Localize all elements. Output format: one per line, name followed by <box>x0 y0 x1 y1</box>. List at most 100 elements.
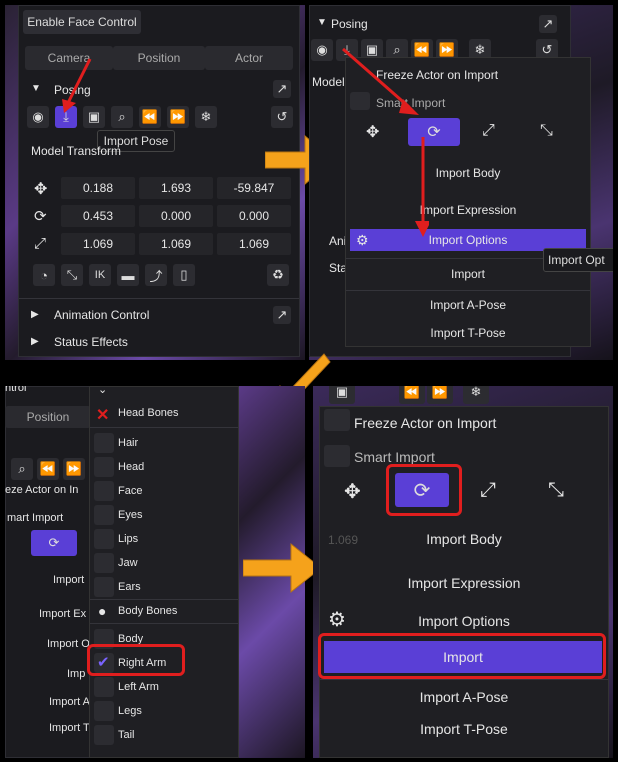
right-arm-highlight <box>87 644 185 676</box>
minus-icon[interactable]: ▬ <box>117 264 139 286</box>
freeze-actor-option[interactable]: Freeze Actor on Import <box>354 415 496 431</box>
divider <box>90 623 238 624</box>
smart-import-option[interactable]: Smart Import <box>354 449 435 465</box>
red-arrow-annotation <box>342 47 429 237</box>
transform-value[interactable]: 1.069 <box>139 233 213 255</box>
compress-icon[interactable]: ⤡ <box>61 264 83 286</box>
import-options-option[interactable]: Import Options <box>320 613 608 629</box>
head-bone-label[interactable]: Eyes <box>118 509 142 521</box>
transform-value[interactable]: 0.453 <box>61 205 135 227</box>
head-bone-checkbox[interactable] <box>94 505 114 525</box>
ik-button[interactable]: IK <box>89 264 111 286</box>
body-bone-checkbox[interactable] <box>94 701 114 721</box>
import-t-pose-option[interactable]: Import T-Pose <box>346 326 590 340</box>
model-transform-label: Model Transform <box>31 144 122 158</box>
import-options-tooltip: Import Opt <box>543 248 613 272</box>
body-bones-dot-icon[interactable]: ● <box>98 603 106 619</box>
search-icon[interactable]: ⌕ <box>111 106 133 128</box>
quadrant-top-left: Enable Face Control Camera Position Acto… <box>5 5 305 360</box>
clipboard-icon[interactable]: ▯ <box>173 264 195 286</box>
eye-icon[interactable]: ◉ <box>27 106 49 128</box>
transform-value[interactable]: 0.000 <box>217 205 291 227</box>
import-t-pose-option[interactable]: Import T-Pose <box>320 721 608 737</box>
rewind-icon[interactable]: ⏪ <box>399 386 425 404</box>
rewind-icon[interactable]: ⏪ <box>37 458 59 480</box>
import-a-pose-fragment: Import A <box>49 696 90 708</box>
rewind-icon[interactable]: ⏪ <box>139 106 161 128</box>
tab-position[interactable]: Position <box>113 46 205 70</box>
head-bone-label[interactable]: Head <box>118 461 144 473</box>
divider <box>19 298 299 299</box>
posing-collapse-icon[interactable]: ▼ <box>31 83 41 94</box>
orange-arrow-right-bottom <box>243 542 322 594</box>
smart-import-checkbox[interactable] <box>324 445 350 467</box>
freeze-actor-checkbox[interactable] <box>324 409 350 431</box>
transform-value[interactable]: 1.069 <box>217 233 291 255</box>
import-a-pose-option[interactable]: Import A-Pose <box>320 689 608 705</box>
popout-icon[interactable]: ↗ <box>539 15 557 33</box>
eye-icon[interactable]: ◉ <box>311 39 333 61</box>
freeze-icon[interactable]: ❄ <box>463 386 489 404</box>
gauge-icon[interactable]: ◔ <box>33 264 55 286</box>
rotate-highlight <box>386 464 462 516</box>
body-bone-checkbox[interactable] <box>94 725 114 745</box>
search-icon[interactable]: ⌕ <box>11 458 33 480</box>
transform-value[interactable]: 1.069 <box>61 233 135 255</box>
head-bones-header[interactable]: Head Bones <box>118 407 179 419</box>
head-bone-label[interactable]: Face <box>118 485 142 497</box>
body-bone-label[interactable]: Legs <box>118 705 142 717</box>
scale-icon[interactable]: ⤢ <box>480 479 496 502</box>
status-effects-header: Status Effects <box>54 335 128 349</box>
import-fragment: Imp <box>67 668 86 680</box>
head-bones-x-icon[interactable]: ✕ <box>96 405 109 425</box>
head-bone-checkbox[interactable] <box>94 433 114 453</box>
move-icon[interactable]: ✥ <box>344 479 361 504</box>
forward-icon[interactable]: ⏩ <box>167 106 189 128</box>
body-bones-header[interactable]: Body Bones <box>118 605 177 617</box>
bone-icon[interactable]: ⤴ <box>145 264 167 286</box>
head-bone-label[interactable]: Hair <box>118 437 138 449</box>
body-bone-checkbox[interactable] <box>94 677 114 697</box>
forward-icon[interactable]: ⏩ <box>427 386 453 404</box>
tab-position[interactable]: Position <box>5 406 91 428</box>
import-a-pose-option[interactable]: Import A-Pose <box>346 298 590 312</box>
head-bone-label[interactable]: Ears <box>118 581 141 593</box>
shrink-icon[interactable]: ⤡ <box>540 122 553 140</box>
import-expression-option[interactable]: Import Expression <box>320 575 608 591</box>
quadrant-top-right: ▼ Posing ↗ ◉ ⤓ ▣ ⌕ ⏪ ⏩ ❄ ↺ Model T Ani S… <box>309 5 613 360</box>
undo-icon[interactable]: ↺ <box>271 106 293 128</box>
freeze-icon[interactable]: ❄ <box>195 106 217 128</box>
move-icon: ✥ <box>34 181 48 198</box>
animation-expand-icon[interactable]: ▶ <box>31 309 39 320</box>
head-bone-checkbox[interactable] <box>94 553 114 573</box>
body-bone-label[interactable]: Left Arm <box>118 681 159 693</box>
head-bone-checkbox[interactable] <box>94 577 114 597</box>
transform-value[interactable]: 0.188 <box>61 177 135 199</box>
quadrant-bottom-right: ▣ ⏪ ⏩ ❄ Freeze Actor on Import Smart Imp… <box>313 386 613 758</box>
smart-import-fragment: mart Import <box>7 512 64 524</box>
shrink-icon[interactable]: ⤡ <box>548 479 564 502</box>
head-bone-checkbox[interactable] <box>94 529 114 549</box>
head-bone-checkbox[interactable] <box>94 457 114 477</box>
head-bone-checkbox[interactable] <box>94 481 114 501</box>
forward-icon[interactable]: ⏩ <box>63 458 85 480</box>
import-t-pose-fragment: Import T <box>49 722 90 734</box>
transform-value[interactable]: 0.000 <box>139 205 213 227</box>
scale-icon[interactable]: ⤢ <box>482 122 495 140</box>
save-icon[interactable]: ▣ <box>329 386 355 404</box>
import-expression-fragment: Import Ex <box>39 608 87 620</box>
status-expand-icon[interactable]: ▶ <box>31 336 39 347</box>
import-body-option[interactable]: Import Body <box>320 531 608 547</box>
transform-value[interactable]: 1.693 <box>139 177 213 199</box>
body-bone-label[interactable]: Tail <box>118 729 135 741</box>
red-arrow-annotation <box>62 58 92 113</box>
posing-collapse-icon[interactable]: ▼ <box>317 17 327 28</box>
head-bone-label[interactable]: Lips <box>118 533 138 545</box>
rotate-icon[interactable]: ⟳ <box>31 530 77 556</box>
popout-icon[interactable]: ↗ <box>273 306 291 324</box>
popout-icon[interactable]: ↗ <box>273 80 291 98</box>
head-bone-label[interactable]: Jaw <box>118 557 138 569</box>
recycle-icon[interactable]: ♻ <box>267 264 289 286</box>
enable-face-control-button[interactable]: Enable Face Control <box>23 10 141 34</box>
tab-actor[interactable]: Actor <box>205 46 293 70</box>
